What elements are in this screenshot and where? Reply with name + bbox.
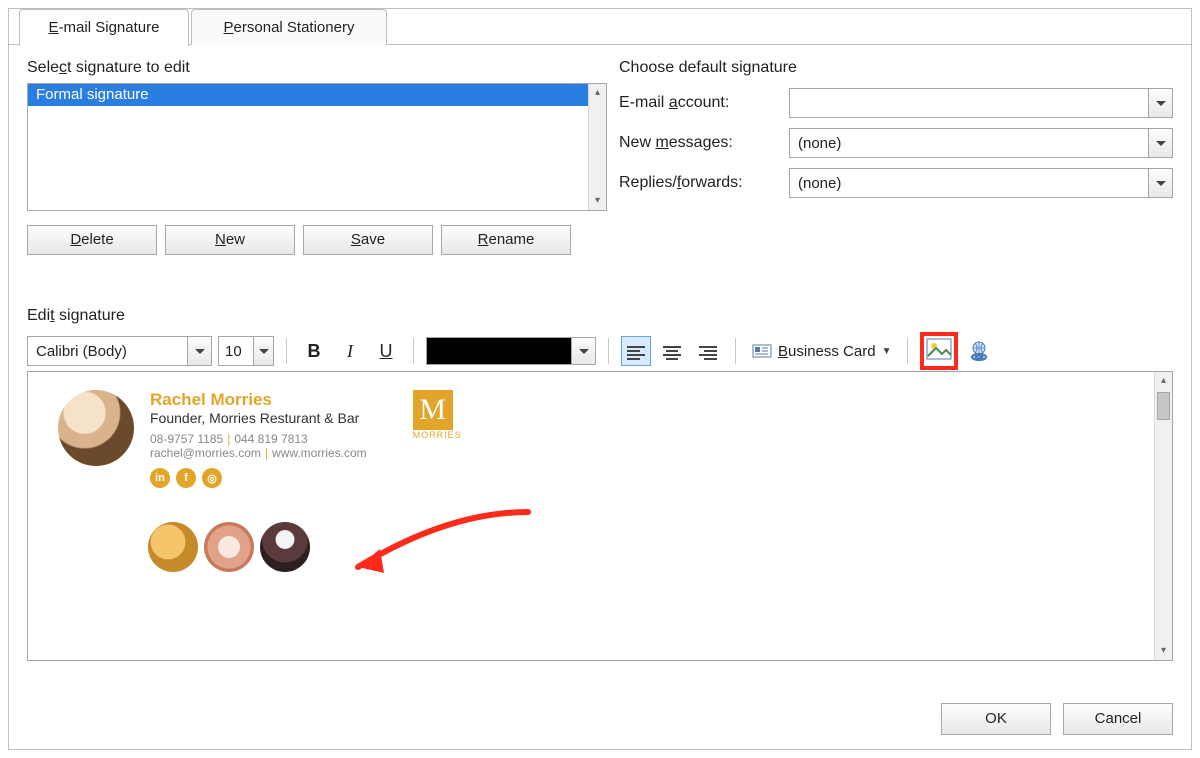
signature-name: Rachel Morries xyxy=(150,390,367,410)
signature-content: Rachel Morries Founder, Morries Resturan… xyxy=(58,390,462,488)
signature-phone2: 044 819 7813 xyxy=(234,432,307,446)
dropdown-caret-icon xyxy=(571,338,595,364)
replies-forwards-value: (none) xyxy=(798,175,841,192)
picture-icon xyxy=(926,338,952,360)
toolbar-divider xyxy=(608,338,609,364)
avatar xyxy=(58,390,134,466)
signature-text: Rachel Morries Founder, Morries Resturan… xyxy=(150,390,367,488)
facebook-icon: f xyxy=(176,468,196,488)
signatures-dialog: E-mail Signature Personal Stationery Sel… xyxy=(8,8,1192,750)
signature-phone1: 08-9757 1185 xyxy=(150,432,223,446)
annotation-arrow xyxy=(328,507,548,597)
dropdown-caret-icon xyxy=(253,337,273,365)
italic-button[interactable]: I xyxy=(335,336,365,366)
align-left-button[interactable] xyxy=(621,336,651,366)
tab-personal-stationery[interactable]: Personal Stationery xyxy=(191,9,387,45)
scroll-down-icon[interactable]: ▾ xyxy=(589,192,606,210)
signature-logo: M MORRIES xyxy=(413,390,462,488)
replies-forwards-select[interactable]: (none) xyxy=(789,168,1173,198)
cancel-button[interactable]: Cancel xyxy=(1063,703,1173,735)
business-card-button[interactable]: Business Card ▼ xyxy=(748,341,895,361)
scroll-up-icon[interactable]: ▴ xyxy=(589,84,606,102)
scroll-thumb[interactable] xyxy=(1157,392,1170,420)
insert-hyperlink-button[interactable] xyxy=(964,336,994,366)
align-right-button[interactable] xyxy=(693,336,723,366)
dropdown-caret-icon xyxy=(1148,169,1172,197)
business-card-label: Business Card xyxy=(778,343,876,360)
new-button[interactable]: New xyxy=(165,225,295,255)
dropdown-caret-icon xyxy=(1148,129,1172,157)
instagram-icon: ◎ xyxy=(202,468,222,488)
font-size-value: 10 xyxy=(225,343,242,360)
tab-bar: E-mail Signature Personal Stationery xyxy=(9,9,1191,45)
editor-toolbar: Calibri (Body) 10 B I U xyxy=(27,331,1173,371)
signature-gallery xyxy=(148,522,310,572)
linkedin-icon: in xyxy=(150,468,170,488)
toolbar-divider xyxy=(735,338,736,364)
social-icons: in f ◎ xyxy=(150,468,367,488)
dropdown-caret-icon xyxy=(187,337,211,365)
select-signature-label: Select signature to edit xyxy=(27,59,607,77)
dropdown-caret-icon xyxy=(1148,89,1172,117)
ok-button[interactable]: OK xyxy=(941,703,1051,735)
email-account-label: E-mail account: xyxy=(619,94,779,112)
email-account-select[interactable] xyxy=(789,88,1173,118)
gallery-image xyxy=(148,522,198,572)
insert-picture-button[interactable] xyxy=(920,332,958,370)
font-size-select[interactable]: 10 xyxy=(218,336,274,366)
select-signature-section: Select signature to edit Formal signatur… xyxy=(27,59,607,255)
color-preview xyxy=(427,338,571,364)
default-signature-header: Choose default signature xyxy=(619,59,1173,77)
listbox-scrollbar[interactable]: ▴ ▾ xyxy=(588,84,606,210)
edit-signature-section: Edit signature Calibri (Body) 10 B I U xyxy=(27,307,1173,661)
tab-email-signature[interactable]: E-mail Signature xyxy=(19,9,189,46)
logo-mark: M xyxy=(413,390,453,430)
scroll-up-icon[interactable]: ▴ xyxy=(1155,372,1172,390)
business-card-icon xyxy=(752,341,772,361)
signature-editor[interactable]: Rachel Morries Founder, Morries Resturan… xyxy=(27,371,1173,661)
signature-email: rachel@morries.com xyxy=(150,446,261,460)
new-messages-select[interactable]: (none) xyxy=(789,128,1173,158)
save-button[interactable]: Save xyxy=(303,225,433,255)
dialog-buttons: OK Cancel xyxy=(941,703,1173,735)
bold-button[interactable]: B xyxy=(299,336,329,366)
font-family-select[interactable]: Calibri (Body) xyxy=(27,336,212,366)
chevron-down-icon: ▼ xyxy=(882,346,892,357)
gallery-image xyxy=(260,522,310,572)
gallery-image xyxy=(204,522,254,572)
new-messages-value: (none) xyxy=(798,135,841,152)
delete-button[interactable]: Delete xyxy=(27,225,157,255)
editor-scrollbar[interactable]: ▴ ▾ xyxy=(1154,372,1172,660)
font-family-value: Calibri (Body) xyxy=(36,343,127,360)
logo-label: MORRIES xyxy=(413,430,462,440)
hyperlink-icon xyxy=(966,340,992,362)
signature-list-item[interactable]: Formal signature xyxy=(28,84,606,106)
signature-website: www.morries.com xyxy=(272,446,367,460)
signature-title: Founder, Morries Resturant & Bar xyxy=(150,410,367,426)
align-center-button[interactable] xyxy=(657,336,687,366)
rename-button[interactable]: Rename xyxy=(441,225,571,255)
new-messages-label: New messages: xyxy=(619,134,779,152)
replies-forwards-label: Replies/forwards: xyxy=(619,174,779,192)
default-signature-section: Choose default signature E-mail account:… xyxy=(619,59,1173,203)
toolbar-divider xyxy=(413,338,414,364)
signature-buttons: Delete New Save Rename xyxy=(27,225,607,255)
toolbar-divider xyxy=(286,338,287,364)
signature-listbox[interactable]: Formal signature ▴ ▾ xyxy=(27,83,607,211)
edit-signature-label: Edit signature xyxy=(27,307,1173,325)
font-color-select[interactable] xyxy=(426,337,596,365)
scroll-down-icon[interactable]: ▾ xyxy=(1155,642,1172,660)
underline-button[interactable]: U xyxy=(371,336,401,366)
toolbar-divider xyxy=(907,338,908,364)
